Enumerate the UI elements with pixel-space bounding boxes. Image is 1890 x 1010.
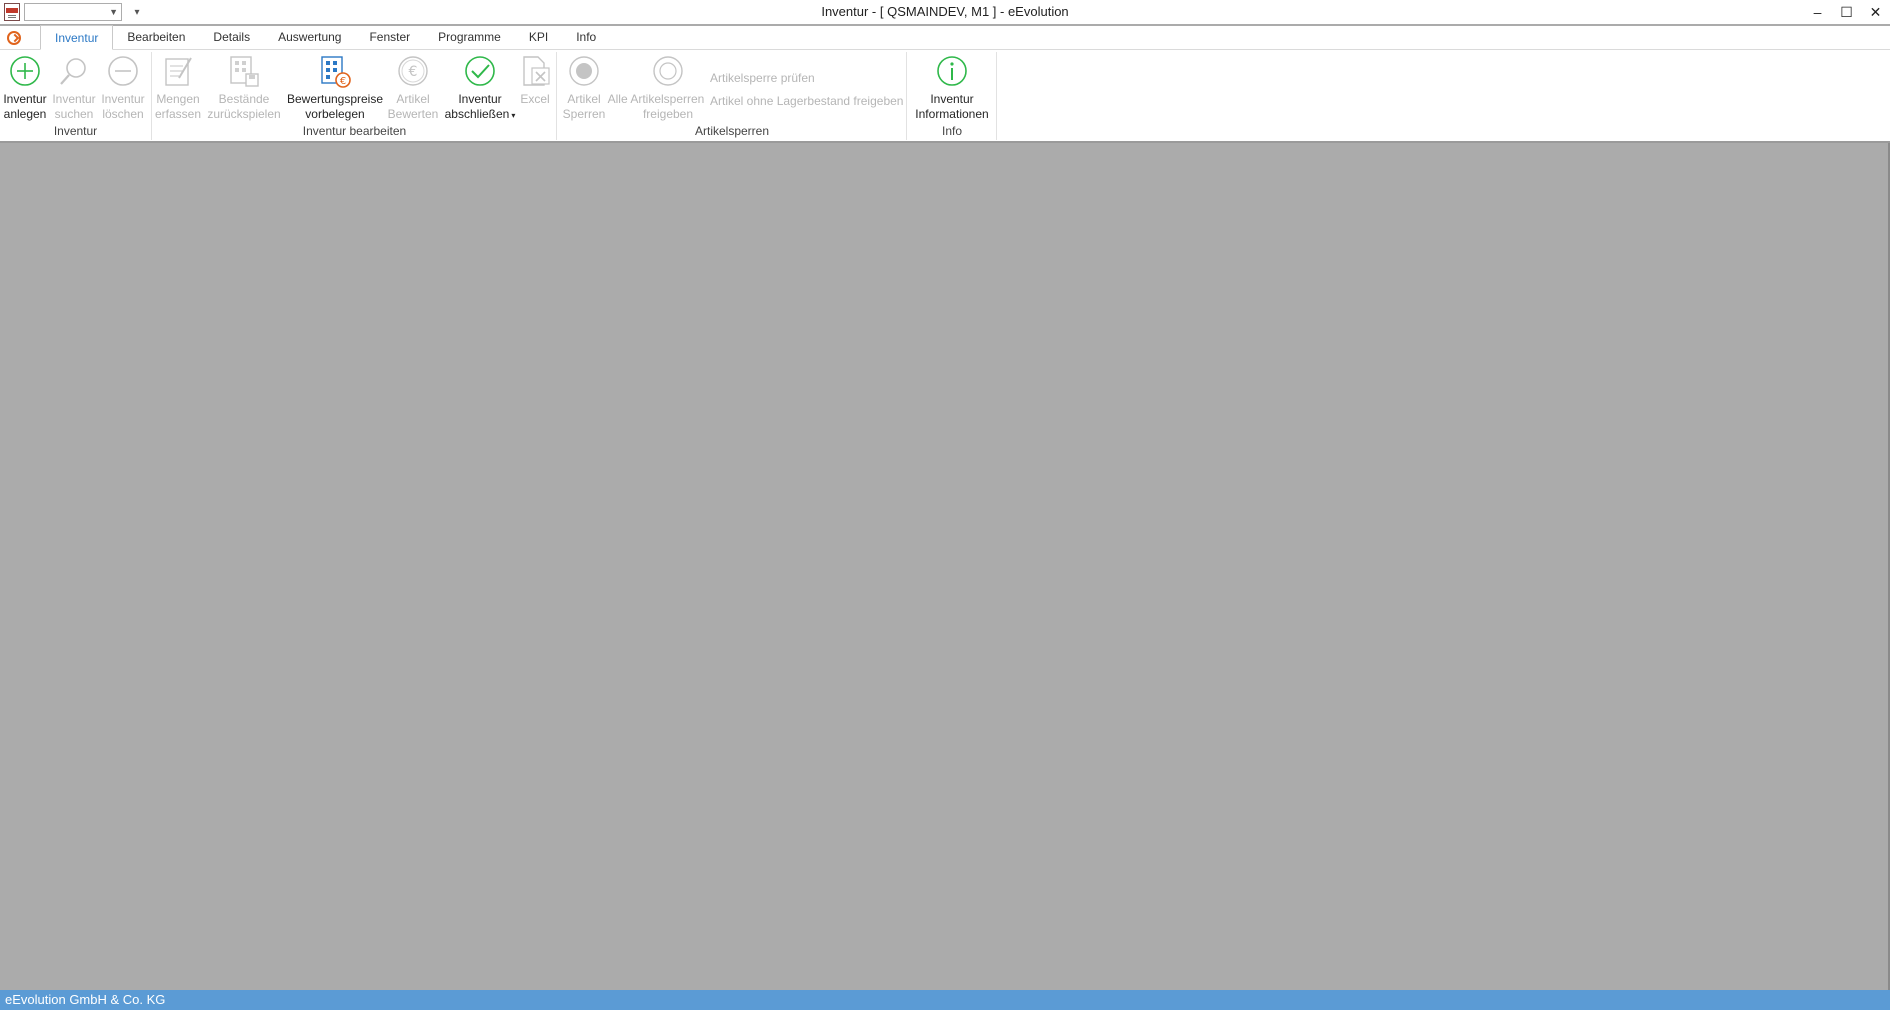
alle-artikelsperren-label-2: freigeben [642,107,694,121]
svg-text:€: € [409,64,418,80]
inventur-informationen-button[interactable]: Inventur Informationen [910,54,994,122]
tab-auswertung[interactable]: Auswertung [264,25,355,49]
artikel-sperren-label-2: Sperren [562,107,606,121]
tab-fenster[interactable]: Fenster [355,25,424,49]
ribbon-group-label: Inventur bearbeiten [302,124,407,138]
close-button[interactable]: ✕ [1861,0,1890,24]
application-menu-button[interactable] [0,27,28,49]
bewertungspreise-vorbelegen-label-2: vorbelegen [305,107,365,121]
artikel-sperren-button[interactable]: Artikel Sperren [560,54,608,122]
minus-circle-icon [108,56,138,86]
mdi-workspace[interactable] [0,143,1888,990]
notepad-pencil-icon [165,57,192,86]
plus-circle-icon [10,56,40,86]
window-title: Inventur - [ QSMAINDEV, M1 ] - eEvolutio… [821,4,1069,19]
inventur-informationen-label-1: Inventur [930,92,974,106]
excel-label: Excel [520,92,550,106]
excel-document-icon [523,56,550,86]
artikel-sperren-label-1: Artikel [567,92,601,106]
artikel-bewerten-label-2: Bewerten [387,107,439,121]
magnifier-icon [60,58,86,85]
artikelsperre-pruefen-button[interactable]: Artikelsperre prüfen [710,71,815,85]
tab-kpi[interactable]: KPI [515,25,562,49]
ribbon-group-label: Artikelsperren [694,124,770,138]
inventur-abschliessen-label-2-wrap: abschließen ▾ [445,107,516,123]
inventur-anlegen-label-1: Inventur [3,92,47,106]
building-disk-icon [230,56,259,87]
svg-text:€: € [340,76,346,87]
status-bar-text: eEvolution GmbH & Co. KG [5,992,166,1007]
mengen-erfassen-label-2: erfassen [154,107,202,121]
chevron-down-icon[interactable]: ▾ [511,111,515,120]
info-circle-icon [937,56,967,86]
artikel-bewerten-label-1: Artikel [396,92,430,106]
tab-details[interactable]: Details [199,25,264,49]
artikel-ohne-lagerbestand-freigeben-button[interactable]: Artikel ohne Lagerbestand freigeben [710,94,903,108]
alle-label: Alle [607,92,628,106]
status-bar: eEvolution GmbH & Co. KG [0,990,1890,1010]
ribbon-group-info: Inventur Informationen Info [908,52,997,140]
inventur-suchen-button[interactable]: Inventur suchen [51,54,97,122]
bestaende-zurueckspielen-label-2: zurückspielen [207,107,281,121]
inventur-anlegen-label-2: anlegen [3,107,47,121]
eevolution-logo-icon [7,31,21,45]
bewertungspreise-vorbelegen-label-1: Bewertungspreise [286,92,384,106]
unlock-circle-icon [653,56,683,86]
ribbon-group-inventur: Inventur anlegen Inventur suchen Inventu… [0,52,152,140]
building-euro-icon: € [321,56,351,88]
inventur-loeschen-label-1: Inventur [101,92,145,106]
window-controls: – ☐ ✕ [1803,0,1890,24]
alle-artikelsperren-freigeben-button[interactable]: Alle Artikelsperren freigeben [608,54,704,122]
inventur-loeschen-button[interactable]: Inventur löschen [100,54,146,122]
tab-info[interactable]: Info [562,25,610,49]
ribbon-group-inventur-bearbeiten: Mengen erfassen Bestände zurückspielen € [153,52,557,140]
inventur-suchen-label-2: suchen [54,107,94,121]
excel-button[interactable]: Excel [515,54,555,107]
inventur-anlegen-button[interactable]: Inventur anlegen [2,54,48,122]
inventur-loeschen-label-2: löschen [102,107,144,121]
ribbon-tab-strip: Inventur Bearbeiten Details Auswertung F… [0,25,1890,50]
inventur-abschliessen-label-1: Inventur [458,92,502,106]
bewertungspreise-vorbelegen-button[interactable]: € Bewertungspreise vorbelegen [285,54,385,122]
bestaende-zurueckspielen-button[interactable]: Bestände zurückspielen [206,54,282,122]
title-bar: ▼ ▾ Inventur - [ QSMAINDEV, M1 ] - eEvol… [0,0,1890,24]
inventur-informationen-label-2: Informationen [915,107,989,121]
mengen-erfassen-label-1: Mengen [156,92,200,106]
ribbon-group-label: Inventur [53,124,98,138]
checkmark-circle-icon [465,56,495,86]
maximize-button[interactable]: ☐ [1832,0,1861,24]
tab-programme[interactable]: Programme [424,25,515,49]
tab-inventur[interactable]: Inventur [40,25,114,50]
mengen-erfassen-button[interactable]: Mengen erfassen [155,54,201,122]
tab-bearbeiten[interactable]: Bearbeiten [113,25,199,49]
inventur-abschliessen-label-2: abschließen [444,107,510,121]
euro-coin-icon: € [398,56,428,86]
minimize-button[interactable]: – [1803,0,1832,24]
ribbon-group-label: Info [941,124,962,138]
bestaende-zurueckspielen-label-1: Bestände [218,92,270,106]
artikelsperren-label: Artikelsperren [630,92,705,106]
inventur-suchen-label-1: Inventur [52,92,96,106]
lock-dot-icon [569,56,599,86]
ribbon: Inventur anlegen Inventur suchen Inventu… [0,50,1890,143]
inventur-abschliessen-button[interactable]: Inventur abschließen ▾ [440,54,520,123]
artikel-bewerten-button[interactable]: € Artikel Bewerten [385,54,441,122]
ribbon-group-artikelsperren: Artikel Sperren Alle Artikelsperren frei… [558,52,907,140]
alle-artikelsperren-label-1-wrap: Alle Artikelsperren [608,92,705,107]
